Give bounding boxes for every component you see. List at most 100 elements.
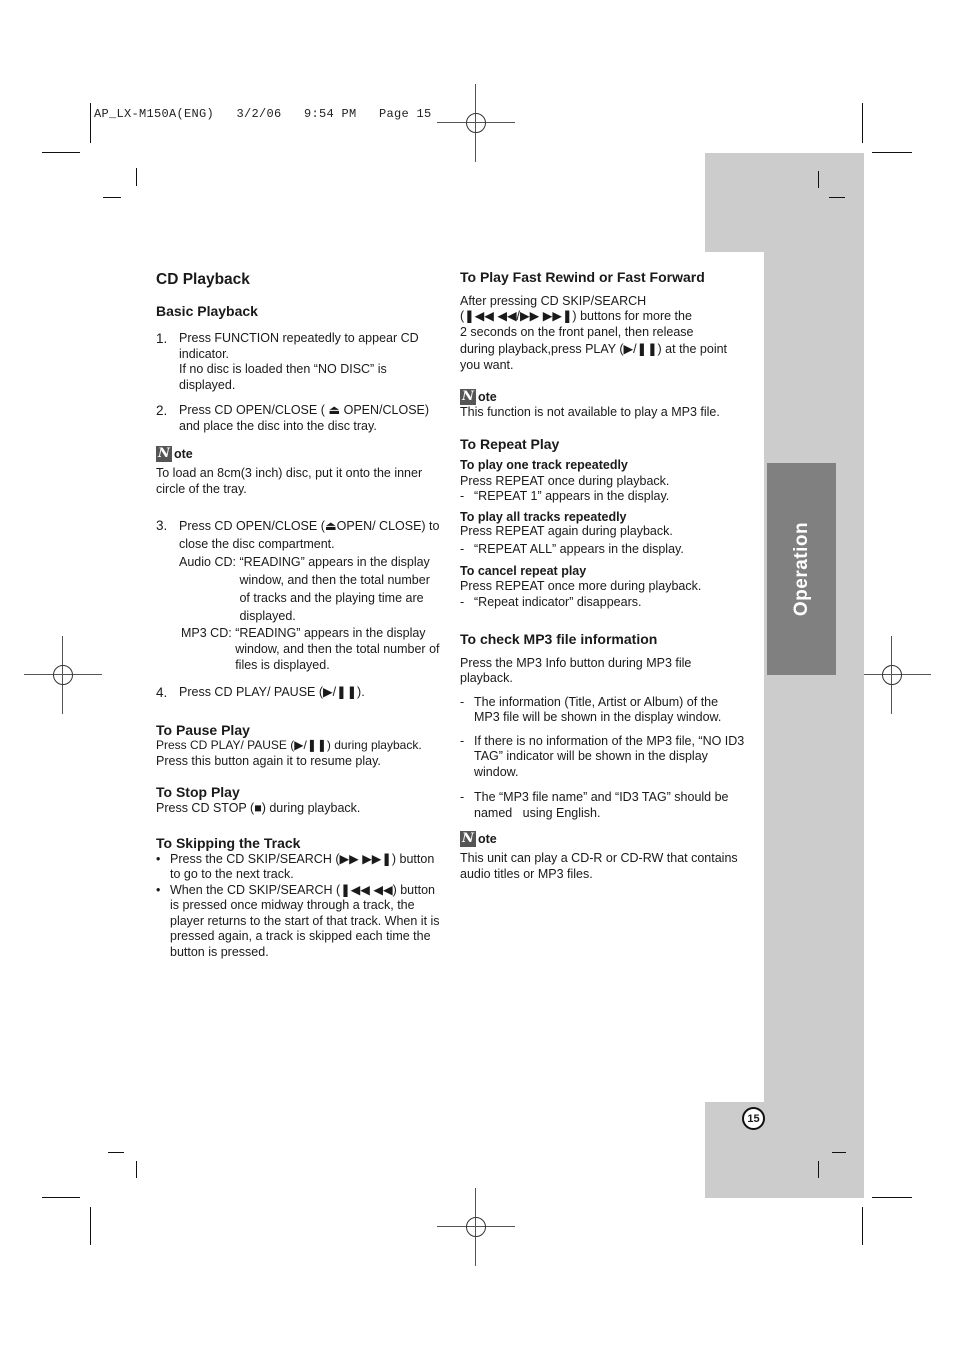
crop-mark <box>136 168 137 186</box>
step-number: 4. <box>156 685 168 700</box>
list-item: - “Repeat indicator” disappears. <box>460 595 745 611</box>
crop-mark <box>90 1207 91 1245</box>
mp3-cd-info: MP3 CD: “READING” appears in the display… <box>181 625 441 673</box>
list-item: - “REPEAT 1” appears in the display. <box>460 489 745 505</box>
crop-mark <box>862 1207 863 1245</box>
crop-mark <box>136 1161 137 1178</box>
note-label: ote <box>478 389 497 404</box>
pause-text: Press CD PLAY/ PAUSE (▶/❚❚) during playb… <box>156 738 422 752</box>
note-text: This function is not available to play a… <box>460 405 720 419</box>
fast-heading: To Play Fast Rewind or Fast Forward <box>460 269 705 285</box>
note-icon: N <box>460 389 476 405</box>
dash: - <box>460 594 465 609</box>
section-title: CD Playback <box>156 271 250 288</box>
note-icon: N <box>156 446 172 462</box>
list-item-text: The “MP3 file name” and “ID3 TAG” should… <box>474 790 732 820</box>
repeat-cancel-text: Press REPEAT once more during playback. <box>460 579 702 593</box>
skip-heading: To Skipping the Track <box>156 835 301 851</box>
list-item-text: “Repeat indicator” disappears. <box>474 594 642 609</box>
mp3-cd-label: MP3 CD: <box>181 626 236 640</box>
crop-mark <box>103 197 121 198</box>
note-label: ote <box>174 446 193 461</box>
list-item-text: “REPEAT ALL” appears in the display. <box>474 542 684 556</box>
step-4: 4. Press CD PLAY/ PAUSE (▶/❚❚). <box>156 685 441 701</box>
fast-text: 2 seconds on the front panel, then relea… <box>460 324 694 339</box>
list-item: • When the CD SKIP/SEARCH (❚◀◀ ◀◀) butto… <box>156 883 441 961</box>
step-text: Press FUNCTION repeatedly to appear CD i… <box>179 331 419 361</box>
note-heading: N ote <box>460 389 745 405</box>
registration-mark-bottom <box>437 1188 515 1266</box>
audio-cd-text: “READING” appears in the display window,… <box>239 555 430 623</box>
list-item-text: “REPEAT 1” appears in the display. <box>474 489 670 503</box>
repeat-all-title: To play all tracks repeatedly <box>460 509 627 524</box>
crop-mark <box>872 152 912 153</box>
list-item: • Press the CD SKIP/SEARCH (▶▶ ▶▶❚) butt… <box>156 852 441 883</box>
list-item: - The “MP3 file name” and “ID3 TAG” shoul… <box>460 790 745 821</box>
basic-playback-heading: Basic Playback <box>156 302 258 319</box>
step-text: Press CD PLAY/ PAUSE (▶/❚❚). <box>179 685 365 699</box>
dash: - <box>460 694 465 709</box>
mp3-cd-text: “READING” appears in the display window,… <box>235 626 440 672</box>
repeat-one-title: To play one track repeatedly <box>460 458 628 472</box>
step-text: Press CD OPEN/CLOSE (⏏OPEN/ CLOSE) to cl… <box>179 519 440 551</box>
crop-mark <box>818 1161 819 1178</box>
section-tab-label: Operation <box>790 521 812 617</box>
audio-cd-label: Audio CD: <box>179 555 240 569</box>
list-item-text: When the CD SKIP/SEARCH (❚◀◀ ◀◀) button … <box>170 882 440 959</box>
left-column: CD Playback Basic Playback 1. Press FUNC… <box>156 272 441 960</box>
bullet: • <box>156 851 161 866</box>
step-number: 2. <box>156 403 168 418</box>
dash: - <box>460 790 465 804</box>
stop-text: Press CD STOP (■) during playback. <box>156 800 361 815</box>
crop-mark <box>90 103 91 143</box>
note-heading: N ote <box>156 446 441 462</box>
dash: - <box>460 489 465 503</box>
audio-cd-info: Audio CD: “READING” appears in the displ… <box>179 553 441 625</box>
side-band-top <box>705 153 864 252</box>
crop-mark <box>108 1152 124 1153</box>
crop-mark <box>818 171 819 188</box>
repeat-one-text: Press REPEAT once during playback. <box>460 473 670 488</box>
dash: - <box>460 542 465 556</box>
crop-mark <box>872 1197 912 1198</box>
step-1: 1. Press FUNCTION repeatedly to appear C… <box>156 331 441 393</box>
step-text: If no disc is loaded then “NO DISC” is d… <box>179 362 387 392</box>
fast-text: during playback,press PLAY (▶/❚❚) at the… <box>460 342 728 372</box>
crop-mark <box>829 197 845 198</box>
step-number: 3. <box>156 518 168 533</box>
crop-mark <box>42 1197 80 1198</box>
registration-mark-right <box>853 636 931 714</box>
repeat-heading: To Repeat Play <box>460 435 560 452</box>
crop-mark <box>42 152 80 153</box>
step-text: Press CD OPEN/CLOSE ( ⏏ OPEN/CLOSE) and … <box>179 403 430 433</box>
dash: - <box>460 733 465 748</box>
list-item-text: Press the CD SKIP/SEARCH (▶▶ ▶▶❚) button… <box>170 851 435 882</box>
registration-mark-left <box>24 636 102 714</box>
print-header: AP_LX-M150A(ENG) 3/2/06 9:54 PM Page 15 <box>94 107 432 121</box>
registration-mark-top <box>437 84 515 162</box>
crop-mark <box>832 1152 846 1153</box>
list-item: - The information (Title, Artist or Album… <box>460 695 745 726</box>
right-column: To Play Fast Rewind or Fast Forward Afte… <box>460 269 745 882</box>
mp3-heading: To check MP3 file information <box>460 631 658 647</box>
note-heading: N ote <box>460 831 745 847</box>
pause-heading: To Pause Play <box>156 721 250 738</box>
mp3-intro: Press the MP3 Info button during MP3 fil… <box>460 655 692 686</box>
page-number: 15 <box>742 1107 765 1130</box>
section-tab: Operation <box>767 463 836 675</box>
fast-text: (❚◀◀ ◀◀/▶▶ ▶▶❚) buttons for more the <box>460 309 692 323</box>
step-number: 1. <box>156 331 168 346</box>
note-text: To load an 8cm(3 inch) disc, put it onto… <box>156 466 423 496</box>
stop-heading: To Stop Play <box>156 784 240 800</box>
note-text: This unit can play a CD-R or CD-RW that … <box>460 851 738 881</box>
note-label: ote <box>478 831 497 846</box>
side-band-middle <box>764 252 864 1102</box>
list-item-text: The information (Title, Artist or Album)… <box>474 694 722 725</box>
step-3: 3. Press CD OPEN/CLOSE (⏏OPEN/ CLOSE) to… <box>156 517 441 673</box>
side-band-bottom <box>705 1102 864 1198</box>
note-icon: N <box>460 831 476 847</box>
fast-text: After pressing CD SKIP/SEARCH <box>460 293 647 308</box>
step-2: 2. Press CD OPEN/CLOSE ( ⏏ OPEN/CLOSE) a… <box>156 403 441 434</box>
list-item-text: If there is no information of the MP3 fi… <box>474 733 745 779</box>
repeat-cancel-title: To cancel repeat play <box>460 563 587 578</box>
